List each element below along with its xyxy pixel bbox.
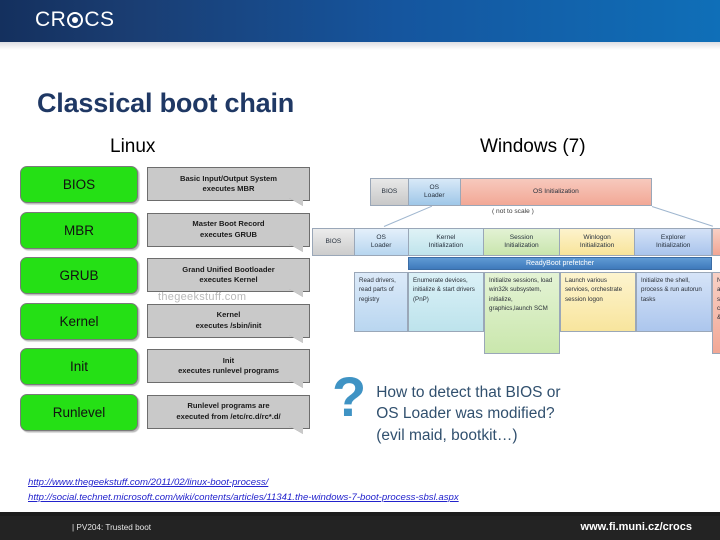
cell-line-1: BIOS xyxy=(381,187,398,195)
linux-step-row: Kernel Kernel executes /sbin/init xyxy=(20,302,310,349)
desc-session-initialization: Initialize sessions, load win32k subsyst… xyxy=(484,272,560,354)
cell-line-2: Initialization xyxy=(655,242,691,249)
callout-tail-icon xyxy=(289,380,303,388)
desc-os-loader: Read drivers, read parts of registry xyxy=(354,272,408,332)
windows-phase-bar: BIOS OS Loader Kernel Initialization Ses… xyxy=(312,228,712,256)
callout-tail-icon xyxy=(289,425,303,434)
linux-desc-bios: Basic Input/Output System executes MBR xyxy=(147,167,310,206)
linux-desc-mbr: Master Boot Record executes GRUB xyxy=(147,212,310,252)
overview-cell-os-initialization: OS Initialization xyxy=(460,179,652,205)
desc-explorer-initialization: Initialize the shell, process & run auto… xyxy=(636,272,712,332)
connector-line-left xyxy=(383,205,433,227)
question-line-3: (evil maid, bootkit…) xyxy=(376,426,518,444)
footer-website-label: www.fi.muni.cz/crocs xyxy=(580,521,692,533)
logo-text-suffix: CS xyxy=(84,8,115,31)
phase-cell-session-initialization: Session Initialization xyxy=(484,229,560,255)
question-mark-icon: ? xyxy=(332,365,367,428)
cell-line-1: OS xyxy=(429,183,440,191)
cell-line-1: Kernel xyxy=(436,233,456,241)
cell-line-1: Winlogon xyxy=(583,233,611,241)
reference-links: http://www.thegeekstuff.com/2011/02/linu… xyxy=(28,476,718,506)
question-callout: ? How to detect that BIOS or OS Loader w… xyxy=(332,369,702,446)
phase-cell-post-boot-activity: 'Post Boot' Activity xyxy=(712,228,720,256)
linux-desc-grub: Grand Unified Bootloader executes Kernel xyxy=(147,258,310,297)
phase-cell-bios: BIOS xyxy=(313,229,355,255)
desc-line-1: Runlevel programs are xyxy=(187,401,270,411)
eye-logo-icon xyxy=(67,12,84,28)
cell-line-2: Initialization xyxy=(428,242,464,249)
reference-link-2[interactable]: http://social.technet.microsoft.com/wiki… xyxy=(28,491,718,506)
readyboot-prefetcher-bar: ReadyBoot prefetcher xyxy=(408,257,712,270)
question-line-2: OS Loader was modified? xyxy=(376,405,555,423)
linux-step-mbr: MBR xyxy=(20,211,138,249)
linux-step-init: Init xyxy=(20,348,138,385)
desc-line-1: Basic Input/Output System xyxy=(179,173,278,183)
cell-line-1: OS xyxy=(376,233,386,241)
cell-line-1: OS Initialization xyxy=(532,187,579,195)
linux-step-row: BIOS Basic Input/Output System executes … xyxy=(20,166,310,212)
question-text: How to detect that BIOS or OS Loader was… xyxy=(376,378,560,446)
logo-text-prefix: CR xyxy=(35,8,67,31)
desc-line-2: executed from /etc/rc.d/rc*.d/ xyxy=(176,411,281,421)
linux-step-row: MBR Master Boot Record executes GRUB xyxy=(20,211,310,258)
phase-cell-explorer-initialization: Explorer Initialization xyxy=(635,229,712,255)
phase-cell-os-loader: OS Loader xyxy=(354,229,409,255)
callout-tail-icon xyxy=(289,289,303,297)
crocs-logo: CR CS xyxy=(35,8,115,32)
cell-line-1: Session xyxy=(509,233,534,241)
windows-overview-bar: BIOS OS Loader OS Initialization xyxy=(370,178,652,206)
page-title: Classical boot chain xyxy=(37,88,295,118)
callout-tail-icon xyxy=(289,334,303,343)
footer-course-label: | PV204: Trusted boot xyxy=(72,523,152,532)
cell-line-2: Initialization xyxy=(579,242,615,249)
reference-link-1[interactable]: http://www.thegeekstuff.com/2011/02/linu… xyxy=(28,476,718,491)
overview-cell-os-loader: OS Loader xyxy=(408,179,461,205)
connector-line-right xyxy=(651,206,714,227)
overview-cell-bios: BIOS xyxy=(371,179,409,205)
cell-line-1: Explorer xyxy=(660,233,686,241)
linux-section-heading: Linux xyxy=(110,136,156,157)
linux-step-row: Runlevel Runlevel programs are executed … xyxy=(20,393,310,440)
thegeekstuff-watermark: thegeekstuff.com xyxy=(158,291,247,303)
linux-desc-kernel: Kernel executes /sbin/init xyxy=(147,303,310,343)
desc-line-2: executes Kernel xyxy=(199,275,258,284)
desc-line-2: executes MBR xyxy=(202,184,255,193)
cell-line-2: Loader xyxy=(370,242,392,249)
desc-line-2: executes runlevel programs xyxy=(178,366,279,375)
windows-section-heading: Windows (7) xyxy=(480,136,586,157)
cell-line-2: Initialization xyxy=(504,242,539,249)
cell-line-1: BIOS xyxy=(325,237,342,245)
phase-cell-kernel-initialization: Kernel Initialization xyxy=(408,229,485,255)
linux-step-runlevel: Runlevel xyxy=(20,393,138,431)
phase-cell-winlogon-initialization: Winlogon Initialization xyxy=(559,229,636,255)
linux-step-kernel: Kernel xyxy=(20,302,138,340)
desc-line-1: Master Boot Record xyxy=(192,219,265,229)
linux-desc-init: Init executes runlevel programs xyxy=(147,349,310,388)
desc-line-1: Kernel xyxy=(216,310,241,320)
desc-line-1: Init xyxy=(222,355,235,365)
linux-desc-runlevel: Runlevel programs are executed from /etc… xyxy=(147,394,310,434)
not-to-scale-caption: ( not to scale ) xyxy=(492,208,534,215)
cell-line-2: Loader xyxy=(424,192,445,199)
linux-step-bios: BIOS xyxy=(20,166,138,203)
desc-winlogon-initialization: Launch various services, orchestrate ses… xyxy=(560,272,636,332)
desc-line-2: executes /sbin/init xyxy=(195,320,262,330)
question-line-1: How to detect that BIOS or xyxy=(376,384,561,401)
callout-tail-icon xyxy=(289,198,303,206)
desc-kernel-initialization: Enumerate devices, initialize & start dr… xyxy=(408,272,484,332)
linux-step-grub: GRUB xyxy=(20,257,138,294)
callout-tail-icon xyxy=(289,243,303,252)
linux-step-row: Init Init executes runlevel programs xyxy=(20,348,310,394)
header-divider xyxy=(0,42,720,50)
desc-post-boot-activity: Numerous application & services consumin… xyxy=(712,272,720,354)
footer-bar: | PV204: Trusted boot www.fi.muni.cz/cro… xyxy=(0,512,720,540)
desc-line-2: executes GRUB xyxy=(200,229,257,239)
desc-line-1: Grand Unified Bootloader xyxy=(182,264,275,274)
